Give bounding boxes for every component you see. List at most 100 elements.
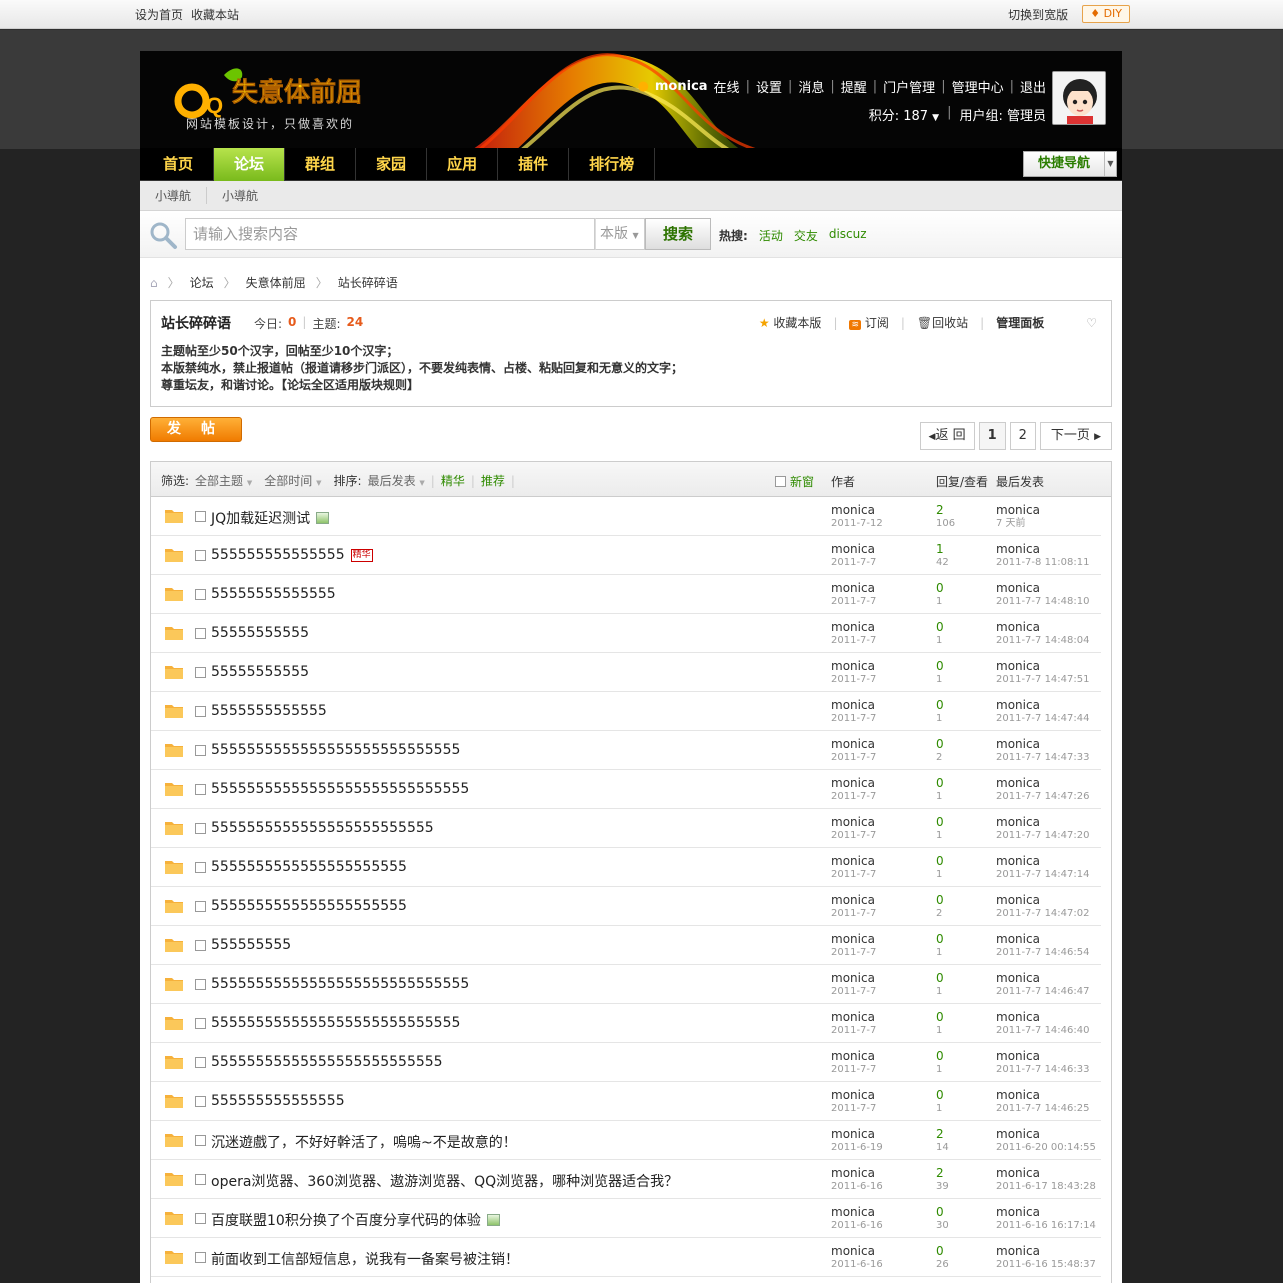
reply-count[interactable]: 0	[936, 1205, 949, 1219]
thread-title[interactable]: 5555555555555	[211, 703, 327, 719]
last-post-time[interactable]: 2011-7-7 14:46:40	[996, 1024, 1089, 1038]
thread-checkbox[interactable]	[195, 979, 206, 990]
thread-title[interactable]: 前面收到工信部短信息，说我有一备案号被注销！	[211, 1249, 519, 1269]
hot-search-link[interactable]: discuz	[829, 227, 867, 244]
last-post-time[interactable]: 7 天前	[996, 517, 1040, 531]
thread-checkbox[interactable]	[195, 901, 206, 912]
last-post-time[interactable]: 2011-6-16 15:48:37	[996, 1258, 1096, 1272]
reply-count[interactable]: 0	[936, 971, 944, 985]
table-row[interactable]: 5555555555555555555555 monica 2011-7-7 0 2 mo…	[151, 887, 1101, 926]
logout-link[interactable]: 退出	[1020, 77, 1046, 96]
last-post-time[interactable]: 2011-7-7 14:46:25	[996, 1102, 1089, 1116]
table-row[interactable]: 5555555555555 monica 2011-7-7 0 1 monica 2011-…	[151, 692, 1101, 731]
reply-count[interactable]: 0	[936, 737, 944, 751]
folder-icon[interactable]	[165, 586, 183, 601]
reminders-link[interactable]: 提醒	[841, 77, 867, 96]
portal-admin-link[interactable]: 门户管理	[883, 77, 935, 96]
thread-author[interactable]: monica	[831, 581, 876, 595]
folder-icon[interactable]	[165, 781, 183, 796]
thread-author[interactable]: monica	[831, 1244, 883, 1258]
manage-panel-button[interactable]: 管理面板	[996, 314, 1044, 331]
table-row[interactable]: opera浏览器、360浏览器、遨游浏览器、QQ浏览器，哪种浏览器适合我？ mon…	[151, 1160, 1101, 1199]
thread-title[interactable]: 555555555	[211, 937, 291, 953]
thread-title[interactable]: 555555555555555	[211, 547, 345, 563]
thread-checkbox[interactable]	[195, 862, 206, 873]
reply-count[interactable]: 0	[936, 815, 944, 829]
filter-all-topics[interactable]: 全部主题 ▼	[195, 472, 252, 489]
bookmark-link[interactable]: 收藏本站	[191, 6, 239, 23]
folder-icon[interactable]	[165, 820, 183, 835]
reply-count[interactable]: 0	[936, 932, 944, 946]
last-post-user[interactable]: monica	[996, 932, 1089, 946]
col-lastpost[interactable]: 最后发表	[996, 473, 1044, 490]
thread-author[interactable]: monica	[831, 1088, 876, 1102]
last-post-user[interactable]: monica	[996, 620, 1089, 634]
reply-count[interactable]: 2	[936, 503, 955, 517]
table-row[interactable]: 前面收到工信部短信息，说我有一备案号被注销！ monica 2011-6-16 0 26…	[151, 1238, 1101, 1277]
filter-all-time[interactable]: 全部时间 ▼	[264, 472, 321, 489]
last-post-time[interactable]: 2011-7-7 14:48:04	[996, 634, 1089, 648]
table-row[interactable]: 5555555555555555555555555555 monica 2011-7…	[151, 731, 1101, 770]
thread-author[interactable]: monica	[831, 503, 883, 517]
reply-count[interactable]: 0	[936, 659, 944, 673]
search-button[interactable]: 搜索	[645, 218, 711, 250]
messages-link[interactable]: 消息	[798, 77, 824, 96]
reply-count[interactable]: 0	[936, 776, 944, 790]
table-row[interactable]: 55555555555555555555555555555 monica 2011-…	[151, 965, 1101, 1004]
table-row[interactable]: 55555555555 monica 2011-7-7 0 1 monica 2011-7-…	[151, 614, 1101, 653]
last-post-user[interactable]: monica	[996, 1010, 1089, 1024]
last-post-time[interactable]: 2011-7-7 14:47:02	[996, 907, 1089, 921]
nav-apps[interactable]: 应用	[427, 148, 499, 181]
thread-checkbox[interactable]	[195, 1057, 206, 1068]
nav-plugins[interactable]: 插件	[498, 148, 570, 181]
reply-count[interactable]: 0	[936, 1049, 944, 1063]
sort-select[interactable]: 最后发表 ▼	[368, 472, 425, 489]
username-link[interactable]: monica	[655, 79, 708, 94]
last-post-time[interactable]: 2011-7-7 14:47:26	[996, 790, 1089, 804]
thread-author[interactable]: monica	[831, 1127, 883, 1141]
folder-icon[interactable]	[165, 1132, 183, 1147]
nav-home-space[interactable]: 家园	[356, 148, 428, 181]
search-scope-select[interactable]: 本版 ▼	[595, 218, 645, 250]
diy-button[interactable]: ♦ DIY	[1082, 5, 1130, 23]
back-button[interactable]: ◀返 回	[919, 422, 975, 450]
last-post-time[interactable]: 2011-6-17 18:43:28	[996, 1180, 1096, 1194]
next-page-button[interactable]: 下一页 ▶	[1039, 422, 1112, 450]
thread-author[interactable]: monica	[831, 854, 876, 868]
folder-icon[interactable]	[165, 1171, 183, 1186]
thread-title[interactable]: 55555555555555555555555555555	[211, 976, 469, 992]
last-post-time[interactable]: 2011-7-8 11:08:11	[996, 556, 1089, 570]
reply-count[interactable]: 0	[936, 893, 944, 907]
last-post-time[interactable]: 2011-7-7 14:46:47	[996, 985, 1089, 999]
thread-checkbox[interactable]	[195, 940, 206, 951]
subnav-item-2[interactable]: 小導航	[207, 187, 273, 204]
table-row[interactable]: 5555555555555555555555555 monica 2011-7-7 0…	[151, 809, 1101, 848]
table-row[interactable]: JQ加载延迟测试 monica 2011-7-12 2 106 monica 7 天前	[151, 497, 1101, 536]
folder-icon[interactable]	[165, 976, 183, 991]
home-icon[interactable]: ⌂	[150, 276, 158, 290]
hot-search-link[interactable]: 交友	[794, 227, 818, 244]
last-post-user[interactable]: monica	[996, 854, 1089, 868]
thread-checkbox[interactable]	[195, 1174, 206, 1185]
thread-title[interactable]: 5555555555555555555555555	[211, 820, 434, 836]
thread-checkbox[interactable]	[195, 667, 206, 678]
thread-checkbox[interactable]	[195, 784, 206, 795]
hot-search-link[interactable]: 活动	[759, 227, 783, 244]
breadcrumb-item[interactable]: 失意体前屈	[246, 274, 306, 291]
thread-checkbox[interactable]	[195, 589, 206, 600]
thread-author[interactable]: monica	[831, 542, 876, 556]
table-row[interactable]: 555555555 monica 2011-7-7 0 1 monica 2011-7-7 …	[151, 926, 1101, 965]
thread-author[interactable]: monica	[831, 659, 876, 673]
last-post-time[interactable]: 2011-7-7 14:46:54	[996, 946, 1089, 960]
collapse-icon[interactable]: ♡	[1086, 316, 1097, 330]
admin-center-link[interactable]: 管理中心	[952, 77, 1004, 96]
subscribe-button[interactable]: ≋ 订阅	[849, 314, 889, 331]
avatar[interactable]	[1052, 71, 1106, 125]
last-post-user[interactable]: monica	[996, 1127, 1096, 1141]
last-post-time[interactable]: 2011-7-7 14:47:44	[996, 712, 1089, 726]
last-post-user[interactable]: monica	[996, 776, 1089, 790]
credits-link[interactable]: 积分: 187 ▼	[869, 105, 939, 124]
thread-author[interactable]: monica	[831, 776, 876, 790]
last-post-time[interactable]: 2011-6-16 16:17:14	[996, 1219, 1096, 1233]
table-row[interactable]: 百度联盟10积分换了个百度分享代码的体验 monica 2011-6-16 0 30 mo…	[151, 1199, 1101, 1238]
